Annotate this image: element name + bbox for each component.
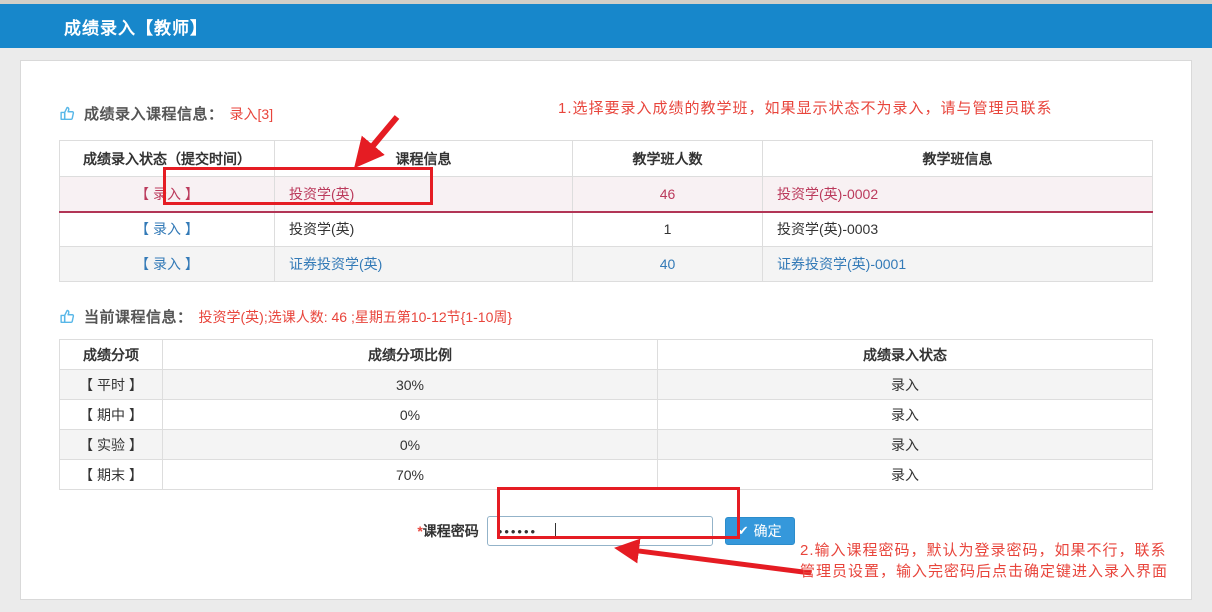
password-label-text: 课程密码 [423, 523, 479, 539]
entry-status-link[interactable]: 【 录入 】 [60, 247, 275, 282]
check-icon: ✔ [738, 523, 749, 539]
main-panel: 成绩录入课程信息： 录入[3] 成绩录入状态（提交时间） 课程信息 教学班人数 … [20, 60, 1192, 600]
col-header-count: 教学班人数 [573, 141, 763, 177]
page-title: 成绩录入【教师】 [64, 14, 208, 39]
entry-status-cell: 录入 [658, 370, 1153, 400]
col-header-course: 课程信息 [275, 141, 573, 177]
table-row-selected: 【 录入 】 投资学(英) 46 投资学(英)-0002 [60, 177, 1153, 212]
current-course-info: 投资学(英);选课人数: 46 ;星期五第10-12节{1-10周} [199, 307, 513, 327]
ratio-cell: 0% [163, 400, 658, 430]
col-header-grade-item: 成绩分项 [60, 340, 163, 370]
class-info-link[interactable]: 证券投资学(英)-0001 [763, 247, 1153, 282]
class-count-cell: 46 [573, 177, 763, 212]
table-row: 【 录入 】 证券投资学(英) 40 证券投资学(英)-0001 [60, 247, 1153, 282]
table-header-row: 成绩分项 成绩分项比例 成绩录入状态 [60, 340, 1153, 370]
section-label: 成绩录入课程信息： [84, 103, 224, 124]
grade-items-table: 成绩分项 成绩分项比例 成绩录入状态 【 平时 】 30% 录入 【 期中 】 … [59, 339, 1153, 490]
table-header-row: 成绩录入状态（提交时间） 课程信息 教学班人数 教学班信息 [60, 141, 1153, 177]
course-list-table: 成绩录入状态（提交时间） 课程信息 教学班人数 教学班信息 【 录入 】 投资学… [59, 140, 1153, 282]
grade-item-cell: 【 平时 】 [60, 370, 163, 400]
class-info-cell: 投资学(英)-0003 [763, 212, 1153, 247]
entry-status-cell: 录入 [658, 430, 1153, 460]
ratio-cell: 0% [163, 430, 658, 460]
current-course-section-title: 当前课程信息： 投资学(英);选课人数: 46 ;星期五第10-12节{1-10… [59, 306, 1153, 327]
course-name-link[interactable]: 证券投资学(英) [275, 247, 573, 282]
table-row: 【 录入 】 投资学(英) 1 投资学(英)-0003 [60, 212, 1153, 247]
entry-status-link[interactable]: 【 录入 】 [60, 177, 275, 212]
course-name-cell: 投资学(英) [275, 212, 573, 247]
grade-item-cell: 【 期中 】 [60, 400, 163, 430]
ratio-cell: 70% [163, 460, 658, 490]
entry-status-cell: 录入 [658, 460, 1153, 490]
col-header-status: 成绩录入状态（提交时间） [60, 141, 275, 177]
course-password-input[interactable] [487, 516, 713, 546]
col-header-class-info: 教学班信息 [763, 141, 1153, 177]
grade-item-cell: 【 期末 】 [60, 460, 163, 490]
section-label: 当前课程信息： [84, 306, 193, 327]
course-name-link[interactable]: 投资学(英) [275, 177, 573, 212]
confirm-button-label: 确定 [754, 521, 782, 541]
class-count-cell: 40 [573, 247, 763, 282]
annotation-step2: 2.输入课程密码，默认为登录密码，如果不行，联系 管理员设置，输入完密码后点击确… [800, 540, 1168, 582]
class-info-link[interactable]: 投资学(英)-0002 [763, 177, 1153, 212]
table-row: 【 实验 】 0% 录入 [60, 430, 1153, 460]
table-row: 【 期末 】 70% 录入 [60, 460, 1153, 490]
thumbs-up-icon [59, 308, 76, 325]
entry-count-link[interactable]: 录入[3] [230, 104, 274, 124]
ratio-cell: 30% [163, 370, 658, 400]
col-header-ratio: 成绩分项比例 [163, 340, 658, 370]
grade-item-cell: 【 实验 】 [60, 430, 163, 460]
thumbs-up-icon [59, 105, 76, 122]
table-row: 【 平时 】 30% 录入 [60, 370, 1153, 400]
table-row: 【 期中 】 0% 录入 [60, 400, 1153, 430]
annotation-step1: 1.选择要录入成绩的教学班，如果显示状态不为录入，请与管理员联系 [558, 98, 1053, 119]
class-count-cell: 1 [573, 212, 763, 247]
confirm-button[interactable]: ✔ 确定 [725, 517, 795, 545]
arrow-step2 [623, 549, 811, 573]
entry-status-link[interactable]: 【 录入 】 [60, 212, 275, 247]
entry-status-cell: 录入 [658, 400, 1153, 430]
password-label: *课程密码 [417, 521, 478, 541]
page-header: 成绩录入【教师】 [0, 4, 1212, 48]
text-cursor [555, 523, 556, 539]
col-header-entry-status: 成绩录入状态 [658, 340, 1153, 370]
